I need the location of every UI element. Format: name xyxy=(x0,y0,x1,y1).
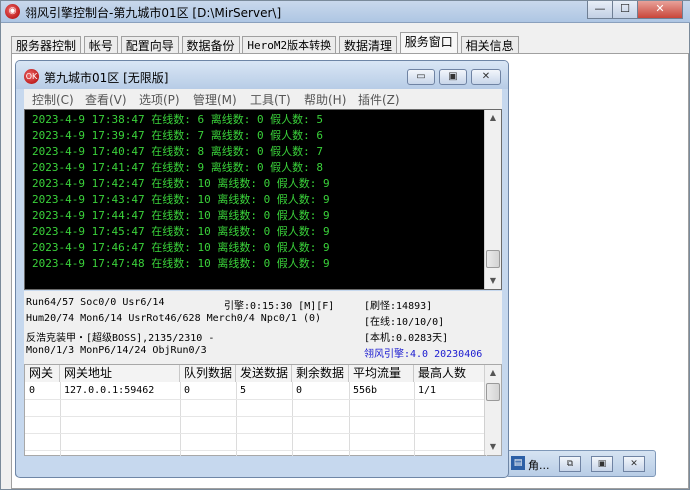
grid-divider xyxy=(414,382,415,456)
status-engine-time: 引擎:0:15:30 [M][F] xyxy=(224,301,335,312)
child-close-button[interactable]: ✕ xyxy=(471,69,501,85)
cell-queue-data[interactable]: 0 xyxy=(180,383,236,399)
log-line: 2023-4-9 17:38:47 在线数: 6 离线数: 0 假人数: 5 xyxy=(32,113,324,126)
maximize-button[interactable]: ☐ xyxy=(612,1,638,19)
status-boss: 反浩克装甲・[超级BOSS],2135/2310 - xyxy=(26,333,215,344)
scroll-down-icon[interactable]: ▼ xyxy=(485,273,501,289)
tab-service-window[interactable]: 服务窗口 xyxy=(399,32,458,55)
grid-divider xyxy=(25,399,485,400)
child-maximize-button[interactable]: ▣ xyxy=(439,69,467,85)
status-online: [在线:10/10/0] xyxy=(364,317,445,328)
grid-divider xyxy=(292,382,293,456)
status-mon: Mon0/1/3 MonP6/14/24 ObjRun0/3 xyxy=(26,345,207,356)
child-minimize-button[interactable]: ▭ xyxy=(407,69,435,85)
log-line: 2023-4-9 17:47:48 在线数: 10 离线数: 0 假人数: 9 xyxy=(32,257,330,270)
status-local: [本机:0.0283天] xyxy=(364,333,449,344)
menu-control[interactable]: 控制(C) xyxy=(32,91,74,108)
scroll-down-icon[interactable]: ▼ xyxy=(485,439,501,455)
col-header-gateway[interactable]: 网关 xyxy=(25,365,60,382)
child-window-title: 第九城市01区 [无限版] xyxy=(44,71,169,85)
grid-divider xyxy=(60,382,61,456)
console-scrollbar[interactable]: ▲ ▼ xyxy=(484,110,501,289)
grid-divider xyxy=(180,382,181,456)
cell-avg-traffic[interactable]: 556b xyxy=(349,383,414,399)
log-line: 2023-4-9 17:43:47 在线数: 10 离线数: 0 假人数: 9 xyxy=(32,193,330,206)
title-bar[interactable]: ◉ 翎风引擎控制台-第九城市01区 [D:\MirServer\] — ☐ ✕ xyxy=(1,1,690,23)
close-button[interactable]: ✕ xyxy=(623,456,645,472)
status-hum: Hum20/74 Mon6/14 UsrRot46/628 Merch0/4 N… xyxy=(26,313,322,324)
grid-divider xyxy=(25,416,485,417)
grid-divider xyxy=(349,382,350,456)
status-panel: Run64/57 Soc0/0 Usr6/14 引擎:0:15:30 [M][F… xyxy=(24,291,502,364)
grid-divider xyxy=(25,450,485,451)
col-header-gateway-address[interactable]: 网关地址 xyxy=(60,365,180,382)
col-header-remaining-data[interactable]: 剩余数据 xyxy=(292,365,349,382)
menu-options[interactable]: 选项(P) xyxy=(139,91,180,108)
cell-gateway[interactable]: 0 xyxy=(25,383,60,399)
log-line: 2023-4-9 17:41:47 在线数: 9 离线数: 0 假人数: 8 xyxy=(32,161,324,174)
main-window: ◉ 翎风引擎控制台-第九城市01区 [D:\MirServer\] — ☐ ✕ … xyxy=(0,0,690,490)
child-title-bar[interactable]: OK 第九城市01区 [无限版] ▭ ▣ ✕ xyxy=(16,61,508,89)
status-run: Run64/57 Soc0/0 Usr6/14 xyxy=(26,297,165,308)
log-line: 2023-4-9 17:40:47 在线数: 8 离线数: 0 假人数: 7 xyxy=(32,145,324,158)
grid-divider xyxy=(25,433,485,434)
app-logo-icon: ◉ xyxy=(5,4,20,19)
menu-help[interactable]: 帮助(H) xyxy=(304,91,346,108)
col-header-send-data[interactable]: 发送数据 xyxy=(236,365,292,382)
scroll-thumb[interactable] xyxy=(486,383,500,401)
col-header-avg-traffic[interactable]: 平均流量 xyxy=(349,365,414,382)
grid-divider xyxy=(236,382,237,456)
maximize-button[interactable]: ▣ xyxy=(591,456,613,472)
table-scrollbar[interactable]: ▲ ▼ xyxy=(484,365,501,455)
scroll-up-icon[interactable]: ▲ xyxy=(485,365,501,381)
menu-plugins[interactable]: 插件(Z) xyxy=(358,91,400,108)
log-line: 2023-4-9 17:45:47 在线数: 10 离线数: 0 假人数: 9 xyxy=(32,225,330,238)
window-title: 翎风引擎控制台-第九城市01区 [D:\MirServer\] xyxy=(25,6,282,20)
log-console[interactable]: 2023-4-9 17:38:47 在线数: 6 离线数: 0 假人数: 5 2… xyxy=(24,109,502,290)
minimized-child-window[interactable]: ▤ 角... ⧉ ▣ ✕ xyxy=(506,450,656,477)
cell-remaining-data[interactable]: 0 xyxy=(292,383,349,399)
cell-gateway-address[interactable]: 127.0.0.1:59462 xyxy=(60,383,180,399)
menu-view[interactable]: 查看(V) xyxy=(85,91,127,108)
minimize-button[interactable]: — xyxy=(587,1,613,19)
log-line: 2023-4-9 17:46:47 在线数: 10 离线数: 0 假人数: 9 xyxy=(32,241,330,254)
col-header-queue-data[interactable]: 队列数据 xyxy=(180,365,236,382)
menu-tools[interactable]: 工具(T) xyxy=(250,91,291,108)
status-version: 翎风引擎:4.0 20230406 xyxy=(364,349,483,360)
menu-manage[interactable]: 管理(M) xyxy=(193,91,237,108)
restore-button[interactable]: ⧉ xyxy=(559,456,581,472)
log-line: 2023-4-9 17:42:47 在线数: 10 离线数: 0 假人数: 9 xyxy=(32,177,330,190)
server-child-window: OK 第九城市01区 [无限版] ▭ ▣ ✕ 控制(C) 查看(V) 选项(P)… xyxy=(15,60,509,478)
close-button[interactable]: ✕ xyxy=(637,1,683,19)
col-header-max-users[interactable]: 最高人数 xyxy=(414,365,486,382)
gateway-table: 网关 网关地址 队列数据 发送数据 剩余数据 平均流量 最高人数 0 127.0… xyxy=(24,364,502,456)
ok-logo-icon: OK xyxy=(24,69,39,84)
menu-bar: 控制(C) 查看(V) 选项(P) 管理(M) 工具(T) 帮助(H) 插件(Z… xyxy=(24,89,502,109)
status-refresh: [刷怪:14893] xyxy=(364,301,433,312)
window-app-icon: ▤ xyxy=(511,456,525,470)
scroll-thumb[interactable] xyxy=(486,250,500,268)
log-line: 2023-4-9 17:44:47 在线数: 10 离线数: 0 假人数: 9 xyxy=(32,209,330,222)
log-line: 2023-4-9 17:39:47 在线数: 7 离线数: 0 假人数: 6 xyxy=(32,129,324,142)
scroll-up-icon[interactable]: ▲ xyxy=(485,110,501,126)
cell-send-data[interactable]: 5 xyxy=(236,383,292,399)
tab-strip: 服务器控制 帐号 配置向导 数据备份 HeroM2版本转换 数据清理 服务窗口 … xyxy=(11,32,519,56)
minimized-window-label: 角... xyxy=(528,459,550,472)
cell-max-users[interactable]: 1/1 xyxy=(414,383,486,399)
